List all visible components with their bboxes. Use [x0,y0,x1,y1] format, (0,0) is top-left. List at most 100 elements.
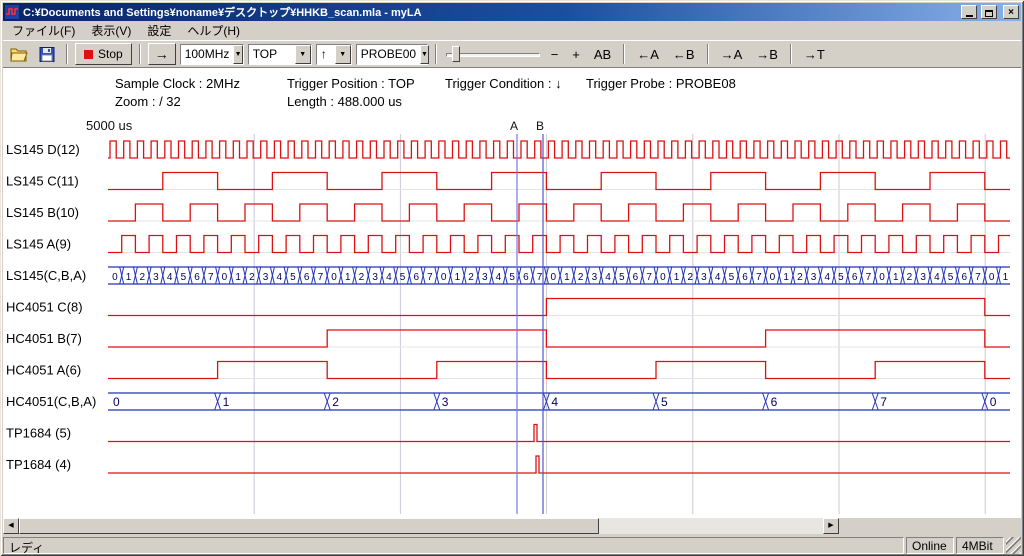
minimize-icon [966,15,973,17]
waveform-trace [108,204,1010,221]
bus-value: 3 [372,272,378,283]
run-button[interactable]: → [148,43,176,65]
sample-clock-select[interactable]: 100MHz ▼ [180,44,244,65]
chevron-down-icon[interactable]: ▼ [233,45,242,64]
scroll-left-arrow[interactable]: ◀ [3,518,19,534]
bus-value: 5 [509,272,515,283]
toolbar-separator [790,44,792,64]
zoom-in-button[interactable]: + [567,45,585,64]
chevron-down-icon[interactable]: ▼ [335,45,351,64]
trigger-condition-info: Trigger Condition : ↓ [445,76,562,91]
prev-b-button[interactable]: ←B [668,45,700,64]
scrollbar-track[interactable] [599,518,823,534]
trigger-position-value: TOP [249,45,295,64]
menu-view[interactable]: 表示(V) [83,20,139,41]
zoom-slider-thumb[interactable] [452,46,460,62]
scrollbar-thumb[interactable] [19,518,599,534]
menu-settings[interactable]: 設定 [139,20,179,41]
bus-value: 5 [290,272,296,283]
run-arrow-icon: → [155,46,169,62]
channel-label: LS145 B(10) [6,205,79,220]
bus-value: 3 [442,395,449,409]
next-a-button[interactable]: →A [716,45,748,64]
trigger-probe-select[interactable]: PROBE00 ▼ [356,44,428,65]
bus-value: 7 [318,272,324,283]
toolbar-separator [435,44,437,64]
bus-value: 3 [920,272,926,283]
waveform-display[interactable]: LS145 D(12)LS145 C(11)LS145 B(10)LS145 A… [3,68,1021,518]
menu-bar: ファイル(F) 表示(V) 設定 ヘルプ(H) [3,21,1021,40]
horizontal-scrollbar[interactable]: ◀ ▶ [3,518,839,534]
bus-value: 5 [181,272,187,283]
trigger-probe-value: PROBE00 [357,45,420,64]
status-online: Online [906,537,954,554]
bus-value: 5 [948,272,954,283]
resize-grip[interactable] [1006,537,1021,554]
bus-value: 4 [934,272,940,283]
next-b-button[interactable]: →B [751,45,783,64]
status-memory: 4MBit [956,537,1004,554]
waveform-trace [108,141,1010,158]
bus-value: 2 [139,272,145,283]
bus-value: 2 [687,272,693,283]
bus-value: 3 [811,272,817,283]
bus-value: 2 [249,272,255,283]
chevron-down-icon[interactable]: ▼ [420,45,429,64]
ab-range-button[interactable]: AB [589,45,616,64]
channel-label: HC4051 C(8) [6,300,83,315]
bus-value: 7 [427,272,433,283]
menu-help[interactable]: ヘルプ(H) [179,20,248,41]
marker-label: B [536,119,544,133]
bus-value: 7 [537,272,543,283]
bus-value: 0 [550,272,556,283]
bus-value: 2 [907,272,913,283]
zoom-slider[interactable] [444,44,542,64]
waveform-trace [108,362,1010,379]
minimize-button[interactable] [961,5,977,19]
client-area: LS145 D(12)LS145 C(11)LS145 B(10)LS145 A… [3,68,1021,518]
trigger-edge-select[interactable]: ↑ ▼ [316,44,352,65]
menu-file[interactable]: ファイル(F) [4,20,83,41]
open-folder-icon [10,47,28,62]
prev-a-button[interactable]: ←A [632,45,664,64]
channel-label: LS145 C(11) [6,174,79,189]
app-window: C:¥Documents and Settings¥noname¥デスクトップ¥… [0,0,1024,556]
status-bar: レディ Online 4MBit [3,537,1021,554]
channel-label: HC4051 B(7) [6,331,82,346]
bus-value: 6 [961,272,967,283]
bus-value: 5 [661,395,668,409]
bus-value: 1 [674,272,680,283]
bus-value: 0 [441,272,447,283]
zoom-slider-track[interactable] [446,53,540,57]
bus-value: 3 [701,272,707,283]
bus-value: 7 [975,272,981,283]
waveform-trace [108,236,1010,253]
scroll-right-arrow[interactable]: ▶ [823,518,839,534]
maximize-button[interactable] [981,5,997,19]
trigger-position-info: Trigger Position : TOP [287,76,415,91]
toolbar-separator [623,44,625,64]
chevron-down-icon[interactable]: ▼ [295,45,311,64]
bus-value: 2 [797,272,803,283]
bus-value: 7 [866,272,872,283]
goto-trigger-button[interactable]: →T [799,45,830,64]
bus-value: 3 [263,272,269,283]
bus-value: 0 [879,272,885,283]
bus-value: 4 [167,272,173,283]
window-title: C:¥Documents and Settings¥noname¥デスクトップ¥… [23,4,957,20]
bus-value: 1 [223,395,230,409]
save-button[interactable] [35,43,59,65]
bus-value: 0 [113,395,120,409]
toolbar-separator [66,44,68,64]
bus-value: 0 [770,272,776,283]
title-bar: C:¥Documents and Settings¥noname¥デスクトップ¥… [3,3,1021,21]
trigger-position-select[interactable]: TOP ▼ [248,44,312,65]
stop-icon [84,50,93,59]
save-floppy-icon [39,47,55,62]
stop-button[interactable]: Stop [75,43,132,65]
close-button[interactable]: × [1003,5,1019,19]
zoom-out-button[interactable]: − [546,45,564,64]
toolbar-separator [707,44,709,64]
open-button[interactable] [7,43,31,65]
bus-value: 4 [605,272,611,283]
